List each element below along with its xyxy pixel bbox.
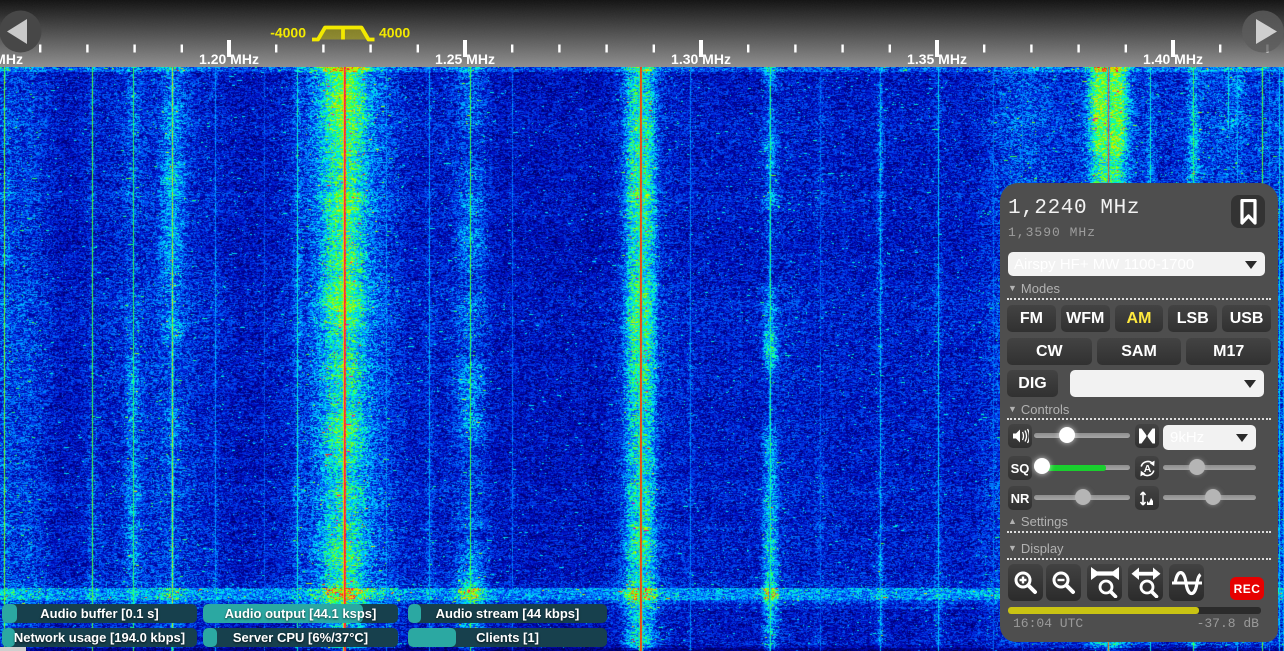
svg-text:-4000: -4000 bbox=[270, 25, 306, 41]
svg-text:1.40 MHz: 1.40 MHz bbox=[1143, 51, 1203, 67]
svg-text:A: A bbox=[1143, 463, 1151, 475]
svg-text:4000: 4000 bbox=[379, 25, 410, 41]
svg-text:1.35 MHz: 1.35 MHz bbox=[907, 51, 967, 67]
svg-text:1.25 MHz: 1.25 MHz bbox=[435, 51, 495, 67]
svg-text:1.20 MHz: 1.20 MHz bbox=[199, 51, 259, 67]
svg-text:1.15 MHz: 1.15 MHz bbox=[0, 51, 23, 67]
svg-text:1.30 MHz: 1.30 MHz bbox=[671, 51, 731, 67]
